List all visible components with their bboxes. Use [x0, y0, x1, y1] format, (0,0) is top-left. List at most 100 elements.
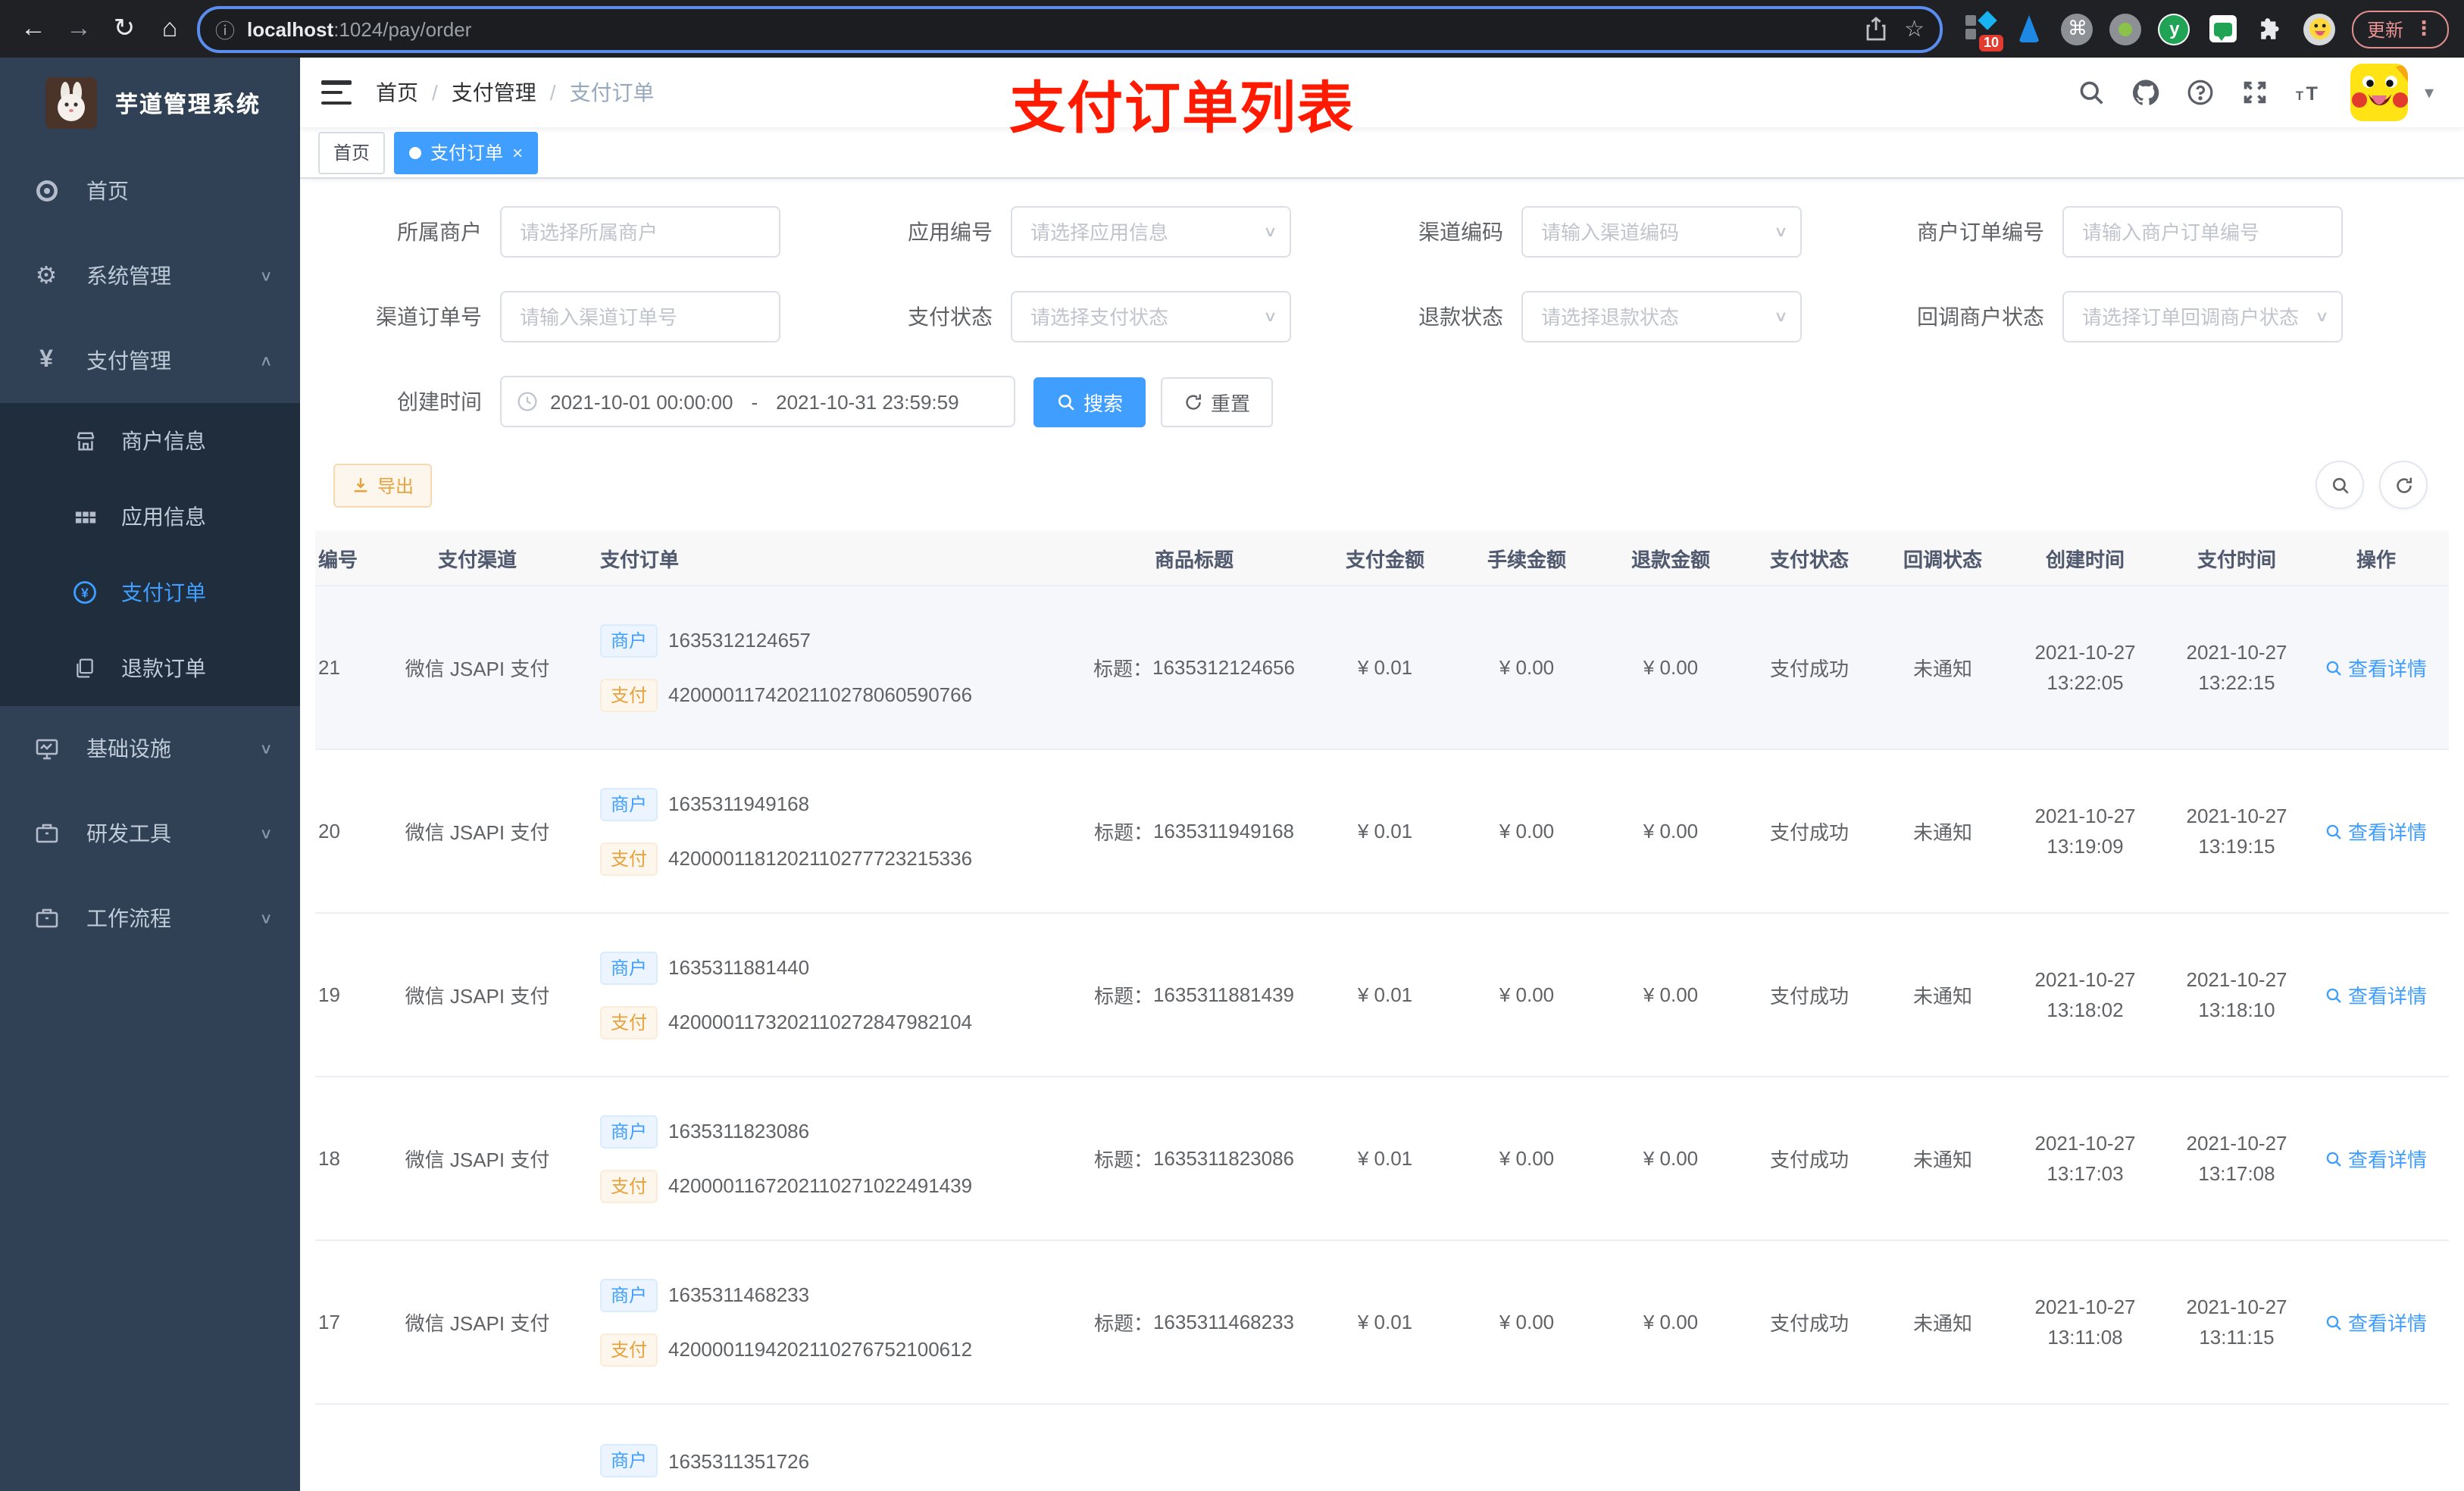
cell-fee: ¥ 0.00 [1499, 1147, 1555, 1170]
browser-forward-button[interactable]: → [61, 11, 97, 47]
callback-status-select[interactable] [2062, 291, 2343, 342]
table-row[interactable]: 17 微信 JSAPI 支付 商户 1635311468233 支付 4200001… [315, 1241, 2449, 1405]
channel-code-select[interactable] [1521, 206, 1802, 258]
sidebar-item-label: 应用信息 [121, 505, 206, 529]
table-row[interactable]: 18 微信 JSAPI 支付 商户 1635311823086 支付 4200001… [315, 1077, 2449, 1241]
table-row[interactable]: 21 微信 JSAPI 支付 商户 1635312124657 支付 4200001… [315, 586, 2449, 750]
cell-paid: 2021-10-27 13:17:08 [2186, 1131, 2287, 1184]
yen-circle-icon: ¥ [73, 580, 97, 605]
browser-back-button[interactable]: ← [15, 11, 52, 47]
sidebar-item-pay-order[interactable]: ¥ 支付订单 [0, 555, 300, 630]
tags-view-bar: 首页 支付订单 × [300, 127, 2464, 179]
cell-paid: 2021-10-27 13:11:15 [2186, 1295, 2287, 1348]
svg-text:¥: ¥ [81, 585, 89, 600]
reset-button[interactable]: 重置 [1161, 377, 1274, 427]
col-refund: 退款金额 [1631, 548, 1710, 570]
browser-update-button[interactable]: 更新 ⋮ [2351, 10, 2449, 48]
sidebar-item-pay[interactable]: ¥ 支付管理 ∧ [0, 318, 300, 403]
github-icon[interactable] [2132, 78, 2161, 107]
filter-label-merchant-order-no: 商户订单编号 [1917, 220, 2044, 244]
browser-reload-button[interactable]: ↻ [106, 11, 142, 47]
create-time-range-picker[interactable]: 2021-10-01 00:00:00 - 2021-10-31 23:59:5… [500, 376, 1015, 427]
cell-callback: 未通知 [1912, 1149, 1972, 1171]
sidebar-item-devtools[interactable]: 研发工具 ∨ [0, 791, 300, 876]
cell-channel: 微信 JSAPI 支付 [405, 658, 550, 680]
address-bar[interactable]: ⓘ localhost:1024/pay/order ☆ [197, 5, 1943, 52]
extension-command-icon[interactable]: ⌘ [2061, 12, 2094, 45]
merchant-tag: 商户 [600, 787, 658, 821]
extension-kite-icon[interactable] [2012, 12, 2046, 45]
merchant-order-no-input[interactable] [2062, 206, 2343, 258]
tab-close-icon[interactable]: × [512, 142, 523, 163]
cell-channel [367, 1405, 588, 1491]
channel-order-no-input[interactable] [500, 291, 780, 342]
merchant-order-no: 1635312124657 [668, 629, 811, 652]
sidebar-item-infra[interactable]: 基础设施 ∨ [0, 706, 300, 791]
toggle-search-button[interactable] [2315, 461, 2364, 509]
sidebar-item-home[interactable]: 首页 [0, 148, 300, 233]
chevron-down-icon: ∨ [259, 824, 273, 842]
search-icon[interactable] [2078, 78, 2106, 107]
channel-order-no: 4200001174202110278060590766 [668, 683, 973, 706]
pay-status-select[interactable] [1011, 291, 1291, 342]
extension-y-icon[interactable]: y [2158, 12, 2191, 45]
share-icon[interactable] [1865, 17, 1886, 41]
cell-amount: ¥ 0.01 [1357, 1147, 1413, 1170]
sidebar-item-workflow[interactable]: 工作流程 ∨ [0, 876, 300, 961]
url-text[interactable]: localhost:1024/pay/order [247, 17, 1853, 40]
monitor-icon [33, 736, 59, 761]
svg-text:T: T [2306, 83, 2319, 105]
tab-pay-order[interactable]: 支付订单 × [394, 131, 539, 173]
view-details-link[interactable]: 查看详情 [2325, 1144, 2427, 1173]
tab-home[interactable]: 首页 [318, 131, 386, 173]
view-details-link[interactable]: 查看详情 [2325, 817, 2427, 846]
table-row[interactable]: 19 微信 JSAPI 支付 商户 1635311881440 支付 4200001… [315, 914, 2449, 1077]
extension-chat-icon[interactable] [2206, 12, 2240, 45]
extension-blocker-icon[interactable]: 10 [1964, 11, 2003, 52]
extension-dot-icon[interactable] [2109, 12, 2143, 45]
extensions-puzzle-icon[interactable] [2255, 12, 2288, 45]
extension-emoji-icon[interactable] [2303, 12, 2337, 45]
hamburger-icon[interactable] [321, 80, 352, 105]
chevron-down-icon: ∨ [259, 909, 273, 927]
col-title: 商品标题 [1154, 548, 1234, 570]
search-icon [1058, 393, 1074, 410]
help-icon[interactable] [2187, 78, 2215, 107]
table-row[interactable]: 20 微信 JSAPI 支付 商户 1635311949168 支付 4200001… [315, 750, 2449, 914]
cell-callback: 未通知 [1912, 985, 1972, 1008]
cell-fee: ¥ 0.00 [1499, 983, 1555, 1006]
col-actions: 操作 [2356, 548, 2396, 570]
merchant-filter-input[interactable] [500, 206, 780, 258]
col-amount: 支付金额 [1345, 548, 1424, 570]
search-button[interactable]: 搜索 [1033, 377, 1146, 427]
sidebar-item-app-info[interactable]: 应用信息 [0, 479, 300, 555]
breadcrumb-home[interactable]: 首页 [376, 77, 418, 108]
view-details-link[interactable]: 查看详情 [2325, 653, 2427, 682]
table-row-partial[interactable]: 商户 1635311351726 [315, 1405, 2449, 1491]
view-details-link[interactable]: 查看详情 [2325, 980, 2427, 1009]
export-button[interactable]: 导出 [333, 463, 433, 507]
url-host: localhost [247, 17, 334, 40]
refund-status-select[interactable] [1521, 291, 1802, 342]
browser-home-button[interactable]: ⌂ [152, 11, 188, 47]
cell-paid: 2021-10-27 13:22:15 [2186, 640, 2287, 693]
refresh-table-button[interactable] [2379, 461, 2428, 509]
fullscreen-icon[interactable] [2241, 78, 2270, 107]
cell-fee: ¥ 0.00 [1499, 820, 1555, 842]
briefcase-icon [33, 905, 59, 931]
sidebar-item-merchant-info[interactable]: 商户信息 [0, 403, 300, 479]
cell-amount: ¥ 0.01 [1357, 1311, 1413, 1333]
app-filter-select[interactable] [1011, 206, 1291, 258]
caret-down-icon[interactable]: ▾ [2425, 82, 2434, 103]
sidebar-item-refund-order[interactable]: 退款订单 [0, 630, 300, 706]
sidebar-item-label: 基础设施 [86, 736, 171, 761]
browser-menu-icon[interactable]: ⋮ [2414, 17, 2434, 41]
site-info-icon[interactable]: ⓘ [215, 14, 235, 43]
sidebar-item-system[interactable]: ⚙ 系统管理 ∨ [0, 233, 300, 318]
user-avatar[interactable] [2350, 64, 2408, 121]
search-icon [2327, 1151, 2342, 1166]
cell-refund: ¥ 0.00 [1643, 1311, 1699, 1333]
font-size-icon[interactable]: TT [2296, 78, 2325, 107]
view-details-link[interactable]: 查看详情 [2325, 1308, 2427, 1336]
bookmark-star-icon[interactable]: ☆ [1904, 15, 1925, 42]
